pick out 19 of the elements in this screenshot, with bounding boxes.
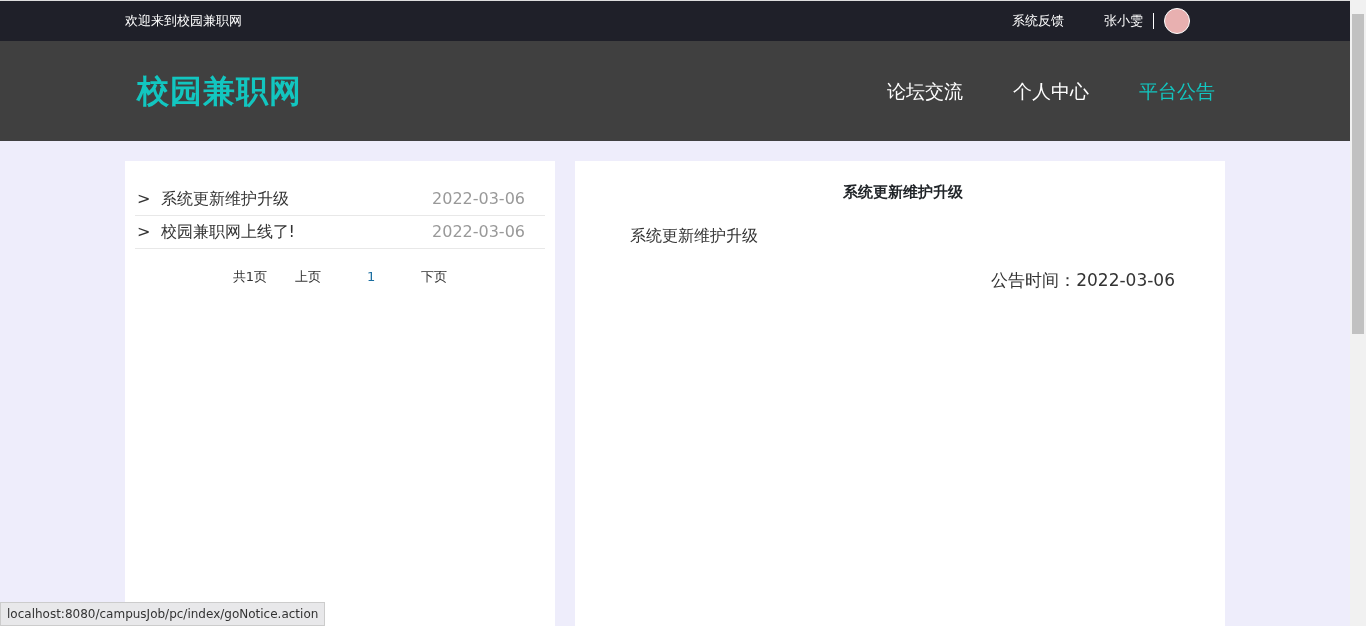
notice-body: 系统更新维护升级 <box>630 224 759 247</box>
nav-link[interactable]: 个人中心 <box>1013 76 1089 106</box>
notice-item[interactable]: > 系统更新维护升级 2022-03-06 <box>135 183 545 216</box>
nav-link[interactable]: 论坛交流 <box>887 76 963 106</box>
avatar-icon[interactable] <box>1164 8 1190 34</box>
feedback-link[interactable]: 系统反馈 <box>1012 11 1064 31</box>
username-link[interactable]: 张小雯 <box>1104 11 1143 31</box>
page-link[interactable]: 1 <box>349 267 394 287</box>
notice-time: 公告时间：2022-03-06 <box>991 269 1175 290</box>
prev-page-link[interactable]: 上页 <box>295 267 321 287</box>
page-count: 共1页 <box>232 268 267 286</box>
site-logo[interactable]: 校园兼职网 <box>137 67 302 115</box>
welcome-text: 欢迎来到校园兼职网 <box>125 12 242 31</box>
notice-title: 系统更新维护升级 <box>841 182 964 203</box>
next-page-link[interactable]: 下页 <box>421 267 448 287</box>
status-url: localhost:8080/campusJob/pc/index/goNotice.action <box>0 602 326 626</box>
notice-item[interactable]: > 校园兼职网上线了! 2022-03-06 <box>135 216 545 249</box>
scrollbar[interactable] <box>1350 0 1366 626</box>
nav-link[interactable]: 平台公告 <box>1139 76 1215 106</box>
